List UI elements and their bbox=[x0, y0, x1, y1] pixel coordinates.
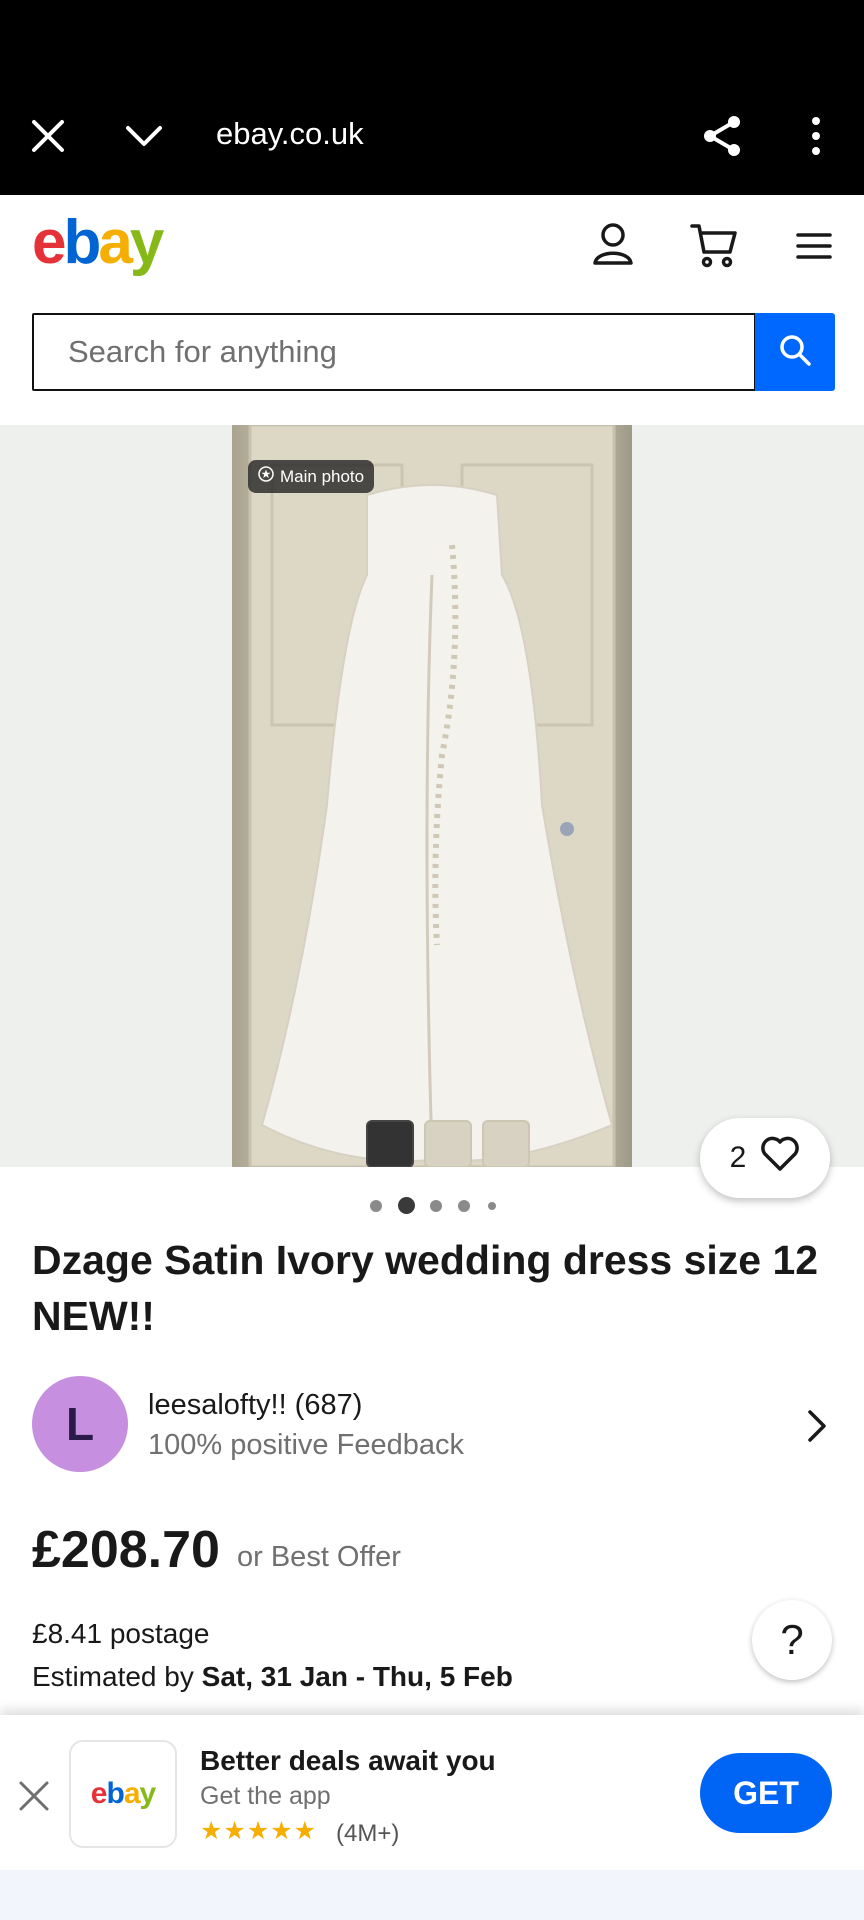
grid-thumbnail-icon[interactable] bbox=[366, 1120, 414, 1167]
watch-button[interactable]: 2 bbox=[700, 1118, 830, 1198]
delivery-estimate-prefix: Estimated by bbox=[32, 1661, 202, 1692]
main-photo-badge: Main photo bbox=[248, 460, 375, 493]
pagination-dot-active[interactable] bbox=[398, 1197, 415, 1214]
price: £208.70 bbox=[32, 1521, 220, 1579]
more-vert-icon[interactable] bbox=[806, 116, 826, 161]
browser-toolbar: ebay.co.uk bbox=[0, 0, 864, 195]
chevron-right-icon[interactable] bbox=[806, 1408, 828, 1449]
close-icon[interactable] bbox=[30, 118, 66, 159]
ebay-app-logo: ebay bbox=[69, 1740, 177, 1848]
pagination-dot[interactable] bbox=[458, 1200, 470, 1212]
cart-icon[interactable] bbox=[690, 222, 738, 273]
ebay-logo[interactable]: ebay bbox=[32, 212, 164, 274]
share-icon[interactable] bbox=[700, 114, 744, 163]
thumbnail-strip bbox=[366, 1120, 530, 1167]
seller-name[interactable]: leesalofty!! (687) bbox=[148, 1389, 362, 1422]
seller-feedback: 100% positive Feedback bbox=[148, 1429, 464, 1461]
search-button[interactable] bbox=[755, 313, 835, 391]
thumbnail-2[interactable] bbox=[482, 1120, 530, 1167]
pagination-dot[interactable] bbox=[488, 1202, 496, 1210]
postage-cost: £8.41 postage bbox=[32, 1618, 210, 1649]
help-button[interactable]: ? bbox=[752, 1600, 832, 1680]
thumbnail-1[interactable] bbox=[424, 1120, 472, 1167]
star-circle-icon bbox=[258, 466, 274, 487]
listing-title: Dzage Satin Ivory wedding dress size 12 … bbox=[32, 1237, 819, 1339]
search-field bbox=[32, 313, 756, 391]
browser-url[interactable]: ebay.co.uk bbox=[216, 116, 364, 152]
main-photo-label: Main photo bbox=[280, 466, 365, 486]
chevron-down-icon[interactable] bbox=[124, 122, 164, 155]
listing-main-photo[interactable] bbox=[232, 425, 632, 1167]
hamburger-menu-icon[interactable] bbox=[796, 232, 832, 265]
rating-count: (4M+) bbox=[336, 1820, 400, 1847]
best-offer-label: or Best Offer bbox=[237, 1541, 401, 1573]
delivery-estimate: Estimated by Sat, 31 Jan - Thu, 5 Feb bbox=[32, 1661, 513, 1693]
get-app-button[interactable]: GET bbox=[700, 1753, 832, 1833]
close-banner-icon[interactable] bbox=[18, 1780, 50, 1817]
bottom-strip bbox=[0, 1870, 864, 1920]
watch-count: 2 bbox=[729, 1141, 747, 1174]
delivery-dates: Sat, 31 Jan - Thu, 5 Feb bbox=[201, 1661, 513, 1692]
gallery-pagination bbox=[0, 1190, 864, 1220]
heart-icon bbox=[760, 1136, 800, 1180]
account-icon[interactable] bbox=[592, 222, 634, 271]
banner-subtitle: Get the app bbox=[200, 1782, 331, 1810]
search-input[interactable] bbox=[34, 315, 754, 389]
pagination-dot[interactable] bbox=[430, 1200, 442, 1212]
banner-title: Better deals await you bbox=[200, 1745, 496, 1776]
pagination-dot[interactable] bbox=[370, 1200, 382, 1212]
search-icon bbox=[778, 333, 812, 372]
star-rating-icon: ★★★★★ bbox=[200, 1817, 318, 1845]
seller-avatar[interactable]: L bbox=[32, 1376, 128, 1472]
